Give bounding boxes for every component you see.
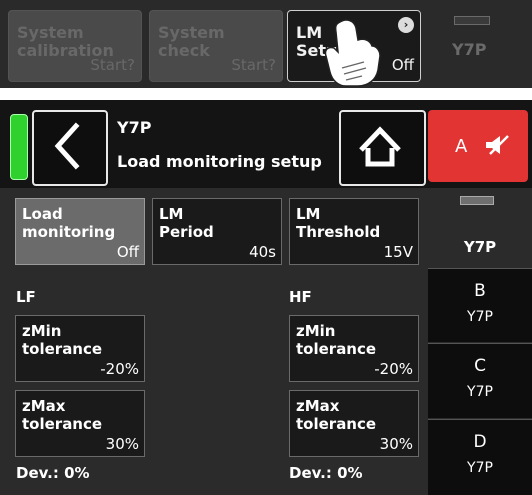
lf-zmin-value: -20%	[100, 360, 139, 378]
button-label-line1: System	[158, 23, 225, 42]
channel-label: Y7P	[452, 40, 487, 59]
channel-tab-b[interactable]: B Y7P	[428, 268, 532, 342]
button-value: Start?	[231, 56, 276, 74]
channel-device: Y7P	[467, 460, 493, 476]
button-label-line2: monitoring	[22, 223, 116, 241]
lm-threshold-value: 15V	[383, 243, 413, 261]
button-label-line1: Load	[22, 205, 63, 223]
load-monitoring-screen: Y7P Load monitoring setup A Load monitor…	[0, 100, 532, 495]
channel-device: Y7P	[467, 384, 493, 400]
top-menu-strip: System calibration Start? System check S…	[0, 0, 532, 88]
hf-section-label: HF	[289, 288, 312, 306]
lm-threshold-button[interactable]: LM Threshold 15V	[289, 198, 419, 265]
button-label-line2: tolerance	[296, 340, 377, 358]
button-label-line2: tolerance	[22, 415, 103, 433]
button-value: Start?	[90, 56, 135, 74]
hf-zmin-value: -20%	[374, 360, 413, 378]
button-label-line2: Period	[159, 223, 214, 241]
system-check-button[interactable]: System check Start?	[149, 10, 283, 82]
tap-hand-icon	[324, 19, 381, 87]
channel-name: C	[474, 356, 486, 376]
page-title: Load monitoring setup	[117, 152, 322, 171]
hf-zmax-value: 30%	[379, 435, 413, 453]
chevron-right-icon: ›	[398, 17, 414, 33]
load-monitoring-button[interactable]: Load monitoring Off	[15, 198, 145, 265]
lf-section-label: LF	[16, 288, 36, 306]
button-value: Off	[391, 56, 414, 74]
button-label-line2: tolerance	[22, 340, 103, 358]
channel-tab-a[interactable]: Y7P	[428, 188, 532, 268]
lm-period-button[interactable]: LM Period 40s	[152, 198, 282, 265]
lf-zmax-value: 30%	[105, 435, 139, 453]
button-label-line1: LM	[159, 205, 184, 223]
hf-deviation: Dev.: 0%	[289, 464, 363, 482]
lf-zmax-tolerance-button[interactable]: zMax tolerance 30%	[15, 390, 145, 457]
channel-tab-d[interactable]: D Y7P	[428, 419, 532, 495]
hf-zmin-tolerance-button[interactable]: zMin tolerance -20%	[289, 315, 419, 382]
chevron-left-icon	[54, 122, 80, 170]
channel-name: B	[474, 281, 486, 301]
channel-selector: Y7P B Y7P C Y7P D Y7P	[424, 188, 532, 495]
button-label-line1: zMax	[22, 397, 66, 415]
channel-device: Y7P	[463, 238, 497, 256]
lm-period-value: 40s	[249, 243, 276, 261]
button-label-line1: zMax	[296, 397, 340, 415]
button-label-line1: zMin	[296, 322, 336, 340]
channel-name: D	[473, 432, 487, 452]
status-led	[10, 114, 28, 180]
back-button[interactable]	[32, 110, 108, 186]
button-label-line1: LM	[296, 205, 321, 223]
home-button[interactable]	[339, 110, 426, 186]
button-label-line2: check	[158, 41, 210, 60]
header-bar: Y7P Load monitoring setup A	[0, 100, 532, 188]
lf-zmin-tolerance-button[interactable]: zMin tolerance -20%	[15, 315, 145, 382]
channel-tab-c[interactable]: C Y7P	[428, 343, 532, 418]
channel-indicator-bar	[454, 16, 490, 25]
mute-channel-label: A	[455, 136, 468, 157]
button-label-line2: Threshold	[296, 223, 381, 241]
button-label-line1: zMin	[22, 322, 62, 340]
channel-device: Y7P	[467, 309, 493, 325]
button-label-line1: System	[17, 23, 84, 42]
load-monitoring-value: Off	[116, 243, 139, 261]
device-name: Y7P	[117, 118, 152, 137]
speaker-mute-icon	[486, 135, 509, 155]
channel-indicator-bar	[460, 196, 494, 205]
home-icon	[359, 126, 401, 167]
system-calibration-button[interactable]: System calibration Start?	[8, 10, 142, 82]
mute-button[interactable]: A	[428, 110, 528, 182]
button-label-line2: tolerance	[296, 415, 377, 433]
hf-zmax-tolerance-button[interactable]: zMax tolerance 30%	[289, 390, 419, 457]
lf-deviation: Dev.: 0%	[16, 464, 90, 482]
